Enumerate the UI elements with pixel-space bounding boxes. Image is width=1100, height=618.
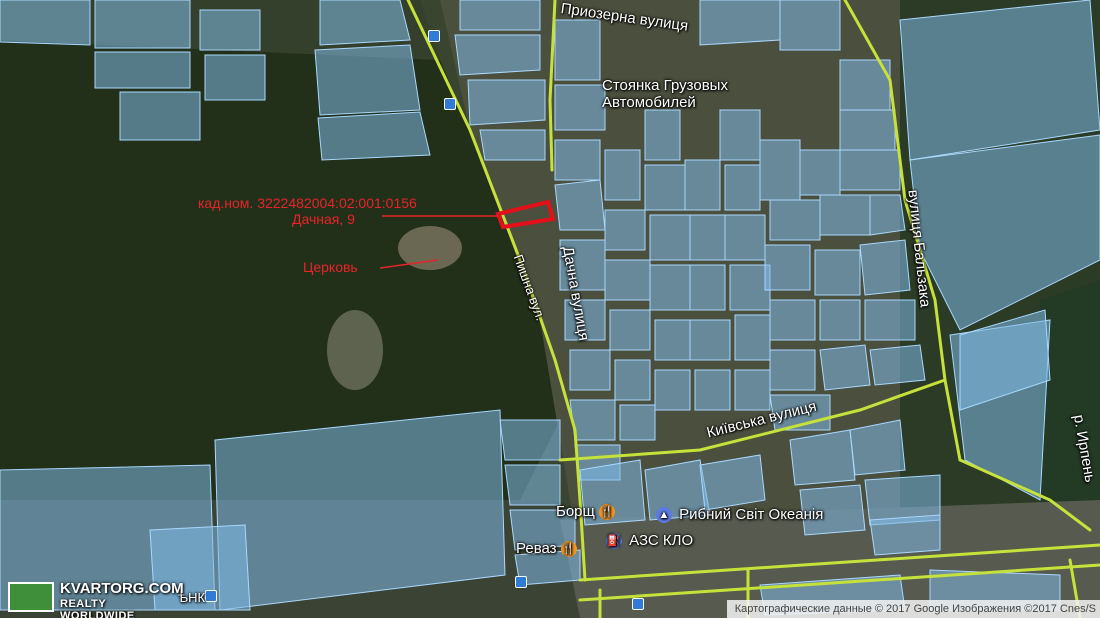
cadastral-number-label: кад.ном. 3222482004:02:001:0156 <box>198 195 417 211</box>
poi-gas-station[interactable]: ⛽ АЗС КЛО <box>606 532 694 550</box>
fork-knife-icon: 🍴 <box>599 504 616 521</box>
fork-knife-icon: 🍴 <box>560 541 577 558</box>
bus-stop-icon[interactable] <box>632 598 644 610</box>
poi-borshch-label: Борщ <box>556 503 595 520</box>
house-icon <box>8 582 54 612</box>
poi-gas-station-label: АЗС КЛО <box>629 532 694 549</box>
logo-tagline: REALTY WORLDWIDE <box>60 598 135 618</box>
poi-fish-world-label: Рибний Світ Океанія <box>679 506 824 523</box>
shopping-bag-icon: ▲ <box>656 507 672 524</box>
poi-borshch[interactable]: Борщ 🍴 <box>556 503 618 521</box>
poi-revaz[interactable]: Реваз 🍴 <box>516 540 580 558</box>
church-label: Церковь <box>303 259 358 275</box>
map-attribution[interactable]: Картографические данные © 2017 Google Из… <box>726 600 1100 618</box>
fuel-pump-icon[interactable] <box>205 590 217 602</box>
address-label: Дачная, 9 <box>292 211 355 227</box>
bus-stop-icon[interactable] <box>444 98 456 110</box>
bus-stop-icon[interactable] <box>515 576 527 588</box>
bus-stop-icon[interactable] <box>428 30 440 42</box>
logo-brand: KVARTORG.COM <box>60 580 184 597</box>
poi-revaz-label: Реваз <box>516 540 557 557</box>
poi-truck-parking[interactable]: Стоянка Грузовых Автомобилей <box>602 77 732 111</box>
satellite-map <box>0 0 1100 618</box>
map-view[interactable]: Приозерна вулиця Дачна вулиця Київська в… <box>0 0 1100 618</box>
poi-fish-world[interactable]: ▲ Рибний Світ Океанія <box>656 506 824 524</box>
fuel-pump-icon: ⛽ <box>606 533 622 550</box>
